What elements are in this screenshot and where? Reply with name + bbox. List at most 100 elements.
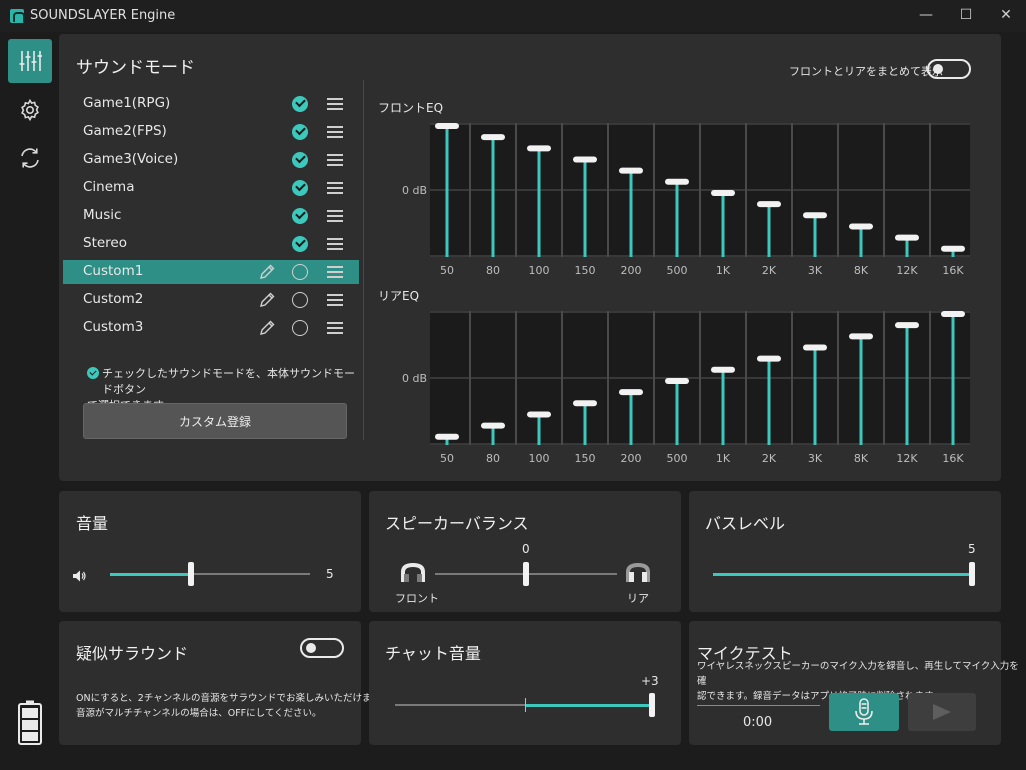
- close-button[interactable]: ✕: [986, 0, 1026, 32]
- pencil-icon[interactable]: [258, 291, 276, 309]
- eq-band-knob[interactable]: [435, 123, 459, 129]
- rear-eq-db-label: 0 dB: [402, 372, 428, 385]
- record-button[interactable]: [829, 693, 899, 731]
- eq-band-knob[interactable]: [757, 201, 781, 208]
- sound-mode-item[interactable]: Music: [63, 204, 359, 228]
- rear-eq-chart[interactable]: 50 80 100 150 200 500 1K 2K 3K 8K 12K 16K: [430, 308, 970, 468]
- volume-slider[interactable]: [110, 562, 310, 586]
- sound-mode-label: Custom2: [83, 291, 144, 307]
- eq-band-knob[interactable]: [895, 322, 919, 329]
- eq-band-label: 150: [575, 264, 596, 277]
- eq-band-label: 80: [486, 452, 500, 465]
- front-eq-label: フロントEQ: [378, 101, 444, 115]
- drag-handle-icon[interactable]: [327, 126, 343, 138]
- sound-mode-item[interactable]: Custom3: [63, 316, 359, 340]
- drag-handle-icon[interactable]: [327, 154, 343, 166]
- eq-band-label: 16K: [942, 452, 964, 465]
- eq-band-knob[interactable]: [665, 377, 689, 384]
- combine-eq-label: フロントとリアをまとめて表示: [789, 65, 943, 78]
- eq-band-knob[interactable]: [849, 223, 873, 230]
- mic-desc-line-1: ワイヤレスネックスピーカーのマイク入力を録音し、再生してマイク入力を確: [697, 661, 1019, 687]
- checkbox-circle-icon[interactable]: [292, 292, 308, 308]
- battery-icon: [18, 700, 42, 749]
- balance-slider[interactable]: [435, 562, 617, 586]
- drag-handle-icon[interactable]: [327, 98, 343, 110]
- sound-mode-label: Game3(Voice): [83, 151, 179, 167]
- mic-level-line: [697, 705, 820, 706]
- pencil-icon[interactable]: [258, 319, 276, 337]
- check-icon[interactable]: [292, 96, 308, 112]
- front-label: フロント: [395, 592, 439, 605]
- eq-band-knob[interactable]: [573, 400, 597, 407]
- eq-band-knob[interactable]: [481, 422, 505, 429]
- drag-handle-icon[interactable]: [327, 294, 343, 306]
- sidebar-item-sync[interactable]: [8, 136, 52, 180]
- drag-handle-icon[interactable]: [327, 210, 343, 222]
- eq-band-knob[interactable]: [665, 178, 689, 185]
- pencil-icon[interactable]: [258, 263, 276, 281]
- maximize-button[interactable]: ☐: [946, 0, 986, 32]
- checkbox-circle-icon[interactable]: [292, 264, 308, 280]
- eq-band-knob[interactable]: [527, 145, 551, 152]
- sidebar-item-settings[interactable]: [8, 88, 52, 132]
- chat-volume-title: チャット音量: [385, 644, 481, 663]
- eq-band-label: 8K: [854, 452, 869, 465]
- play-button[interactable]: [908, 693, 976, 731]
- eq-band-knob[interactable]: [803, 212, 827, 219]
- chat-volume-value: +3: [641, 674, 659, 688]
- eq-band-label: 3K: [808, 264, 823, 277]
- check-icon[interactable]: [292, 180, 308, 196]
- eq-band-knob[interactable]: [481, 134, 505, 141]
- check-icon[interactable]: [292, 208, 308, 224]
- minimize-button[interactable]: —: [906, 0, 946, 32]
- slider-knob[interactable]: [649, 693, 655, 717]
- eq-band-knob[interactable]: [941, 311, 965, 317]
- drag-handle-icon[interactable]: [327, 182, 343, 194]
- surround-title: 疑似サラウンド: [76, 644, 189, 663]
- slider-knob[interactable]: [187, 562, 194, 586]
- refresh-icon: [21, 148, 39, 168]
- slider-knob[interactable]: [523, 562, 529, 586]
- slider-fill: [713, 572, 969, 576]
- sound-mode-item[interactable]: Custom1: [63, 260, 359, 284]
- check-icon[interactable]: [292, 236, 308, 252]
- eq-band-label: 150: [575, 452, 596, 465]
- drag-handle-icon[interactable]: [327, 238, 343, 250]
- sound-mode-label: Game2(FPS): [83, 123, 167, 139]
- sound-mode-label: Custom1: [83, 263, 144, 279]
- surround-desc-line-2: 音源がマルチチャンネルの場合は、OFFにしてください。: [76, 708, 322, 719]
- chat-volume-slider[interactable]: [395, 693, 655, 717]
- eq-band-knob[interactable]: [435, 433, 459, 440]
- combine-eq-toggle[interactable]: [927, 59, 971, 79]
- bass-slider[interactable]: [713, 562, 975, 586]
- front-eq-chart[interactable]: 50 80 100 150 200 500 1K 2K 3K 8K 12K 16K: [430, 120, 970, 280]
- eq-band-knob[interactable]: [757, 355, 781, 362]
- custom-register-button[interactable]: カスタム登録: [83, 403, 347, 439]
- sound-mode-item[interactable]: Game1(RPG): [63, 92, 359, 116]
- sidebar-item-equalizer[interactable]: [8, 39, 52, 83]
- sound-mode-item[interactable]: Custom2: [63, 288, 359, 312]
- slider-fill: [110, 572, 188, 576]
- drag-handle-icon[interactable]: [327, 322, 343, 334]
- checkbox-circle-icon[interactable]: [292, 320, 308, 336]
- sound-mode-item[interactable]: Game2(FPS): [63, 120, 359, 144]
- eq-band-knob[interactable]: [895, 234, 919, 241]
- sound-mode-item[interactable]: Game3(Voice): [63, 148, 359, 172]
- eq-band-knob[interactable]: [849, 333, 873, 340]
- eq-band-knob[interactable]: [573, 156, 597, 163]
- eq-band-knob[interactable]: [803, 344, 827, 351]
- eq-band-knob[interactable]: [527, 411, 551, 418]
- check-icon[interactable]: [292, 152, 308, 168]
- eq-band-knob[interactable]: [941, 245, 965, 252]
- slider-knob[interactable]: [969, 562, 975, 586]
- eq-band-knob[interactable]: [711, 366, 735, 373]
- eq-band-knob[interactable]: [619, 167, 643, 174]
- drag-handle-icon[interactable]: [327, 266, 343, 278]
- eq-band-knob[interactable]: [619, 389, 643, 396]
- eq-band-label: 3K: [808, 452, 823, 465]
- eq-band-knob[interactable]: [711, 189, 735, 196]
- surround-toggle[interactable]: [300, 638, 344, 658]
- check-icon[interactable]: [292, 124, 308, 140]
- sound-mode-item[interactable]: Cinema: [63, 176, 359, 200]
- sound-mode-item[interactable]: Stereo: [63, 232, 359, 256]
